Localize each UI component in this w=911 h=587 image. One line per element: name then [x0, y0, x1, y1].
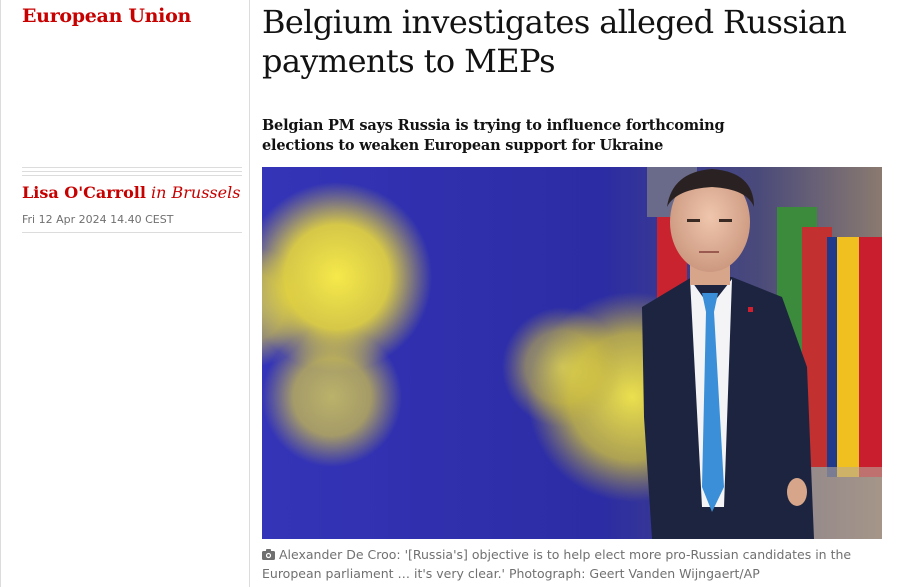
author-link[interactable]: Lisa O'Carroll [22, 183, 146, 202]
camera-icon [262, 547, 275, 565]
section-label-link[interactable]: European Union [22, 5, 191, 27]
main-photo[interactable] [262, 167, 882, 539]
article-standfirst: Belgian PM says Russia is trying to infl… [262, 117, 725, 154]
byline-location: in Brussels [151, 183, 241, 202]
publication-date: Fri 12 Apr 2024 14.40 CEST [22, 213, 174, 226]
article-meta-column: European Union Lisa O'Carroll in Brussel… [0, 0, 250, 587]
meta-divider [22, 167, 242, 179]
meta-bottom-divider [22, 232, 242, 233]
byline: Lisa O'Carroll in Brussels [22, 183, 240, 202]
article-headline: Belgium investigates alleged Russian pay… [262, 3, 847, 80]
main-photo-image [262, 167, 882, 539]
photo-caption: Alexander De Croo: '[Russia's] objective… [262, 546, 882, 583]
photo-caption-text: Alexander De Croo: '[Russia's] objective… [262, 547, 852, 581]
